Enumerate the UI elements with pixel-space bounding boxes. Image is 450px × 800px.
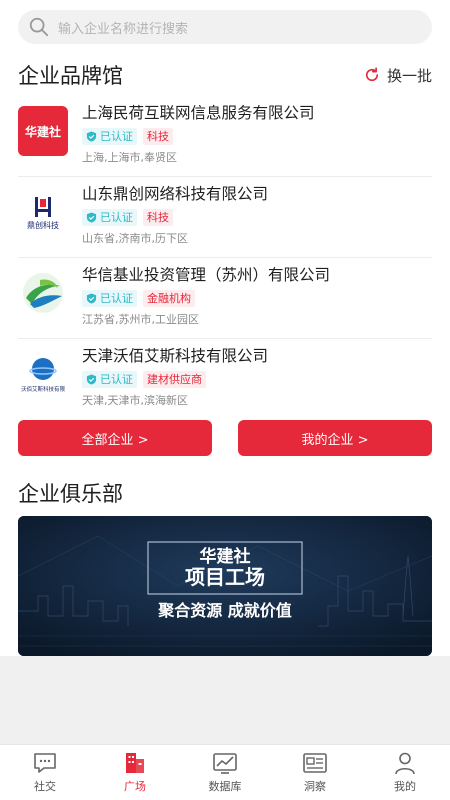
shield-check-icon [86,292,97,304]
company-logo: 华建社 [18,106,68,156]
tab-insight[interactable]: 洞察 [270,745,360,800]
company-location: 上海,上海市,奉贤区 [82,151,177,164]
chart-icon [213,753,237,774]
banner-slogan: 聚合资源 成就价值 [157,601,292,620]
company-location: 天津,天津市,滨海新区 [82,394,188,407]
shield-check-icon [86,130,97,142]
company-name: 天津沃佰艾斯科技有限公司 [82,347,269,365]
svg-text:鼎创科技: 鼎创科技 [27,220,59,230]
search-input[interactable]: 输入企业名称进行搜索 [58,18,188,37]
industry-tag: 金融机构 [143,289,195,307]
certified-badge: 已认证 [82,208,137,226]
all-companies-button[interactable]: 全部企业 > [18,420,212,456]
banner-headline: 项目工场 [185,565,265,589]
tab-database[interactable]: 数据库 [180,745,270,800]
club-section-header: 企业俱乐部 [18,478,432,508]
content-background [0,656,450,744]
company-list: 华建社 上海民荷互联网信息服务有限公司 已认证 科技 上海,上海市,奉贤区 鼎创… [18,96,432,420]
svg-text:沃佰艾斯科技有限: 沃佰艾斯科技有限 [21,385,66,393]
industry-tag: 建材供应商 [143,370,206,388]
list-item[interactable]: 华信基业投资管理（苏州）有限公司 已认证 金融机构 江苏省,苏州市,工业园区 [18,258,432,339]
brand-section-title: 企业品牌馆 [18,64,123,88]
certified-badge: 已认证 [82,127,137,145]
shield-check-icon [86,211,97,223]
refresh-icon [365,67,379,82]
certified-badge: 已认证 [82,370,137,388]
company-name: 华信基业投资管理（苏州）有限公司 [82,266,331,284]
company-location: 山东省,济南市,历下区 [82,232,188,245]
brand-section-header: 企业品牌馆 换一批 [18,60,432,90]
search-bar[interactable]: 输入企业名称进行搜索 [18,10,432,44]
industry-tag: 科技 [143,127,173,145]
tab-square[interactable]: 广场 [90,745,180,800]
list-item[interactable]: 华建社 上海民荷互联网信息服务有限公司 已认证 科技 上海,上海市,奉贤区 [18,96,432,177]
user-icon [395,752,415,775]
list-item[interactable]: 沃佰艾斯科技有限 天津沃佰艾斯科技有限公司 已认证 建材供应商 天津,天津市,滨… [18,339,432,420]
shield-check-icon [86,373,97,385]
company-logo: 沃佰艾斯科技有限 [18,349,68,399]
list-item[interactable]: 鼎创科技 山东鼎创网络科技有限公司 已认证 科技 山东省,济南市,历下区 [18,177,432,258]
search-icon [29,17,49,37]
tab-mine[interactable]: 我的 [360,745,450,800]
company-name: 上海民荷互联网信息服务有限公司 [82,104,315,122]
chat-icon [34,753,56,773]
bottom-tab-bar: 社交 广场 数据库 洞察 我的 [0,744,450,800]
tab-social[interactable]: 社交 [0,745,90,800]
banner-brand: 华建社 [200,546,251,567]
industry-tag: 科技 [143,208,173,226]
club-banner[interactable]: 华建社 项目工场 聚合资源 成就价值 [18,516,432,656]
club-section-title: 企业俱乐部 [18,482,123,506]
certified-badge: 已认证 [82,289,137,307]
building-icon [126,753,144,773]
my-companies-button[interactable]: 我的企业 > [238,420,432,456]
refresh-button[interactable]: 换一批 [363,65,432,86]
refresh-label: 换一批 [386,66,432,85]
newspaper-icon [303,753,327,773]
company-logo [18,268,68,318]
company-logo: 鼎创科技 [18,187,68,237]
company-name: 山东鼎创网络科技有限公司 [82,185,269,203]
company-location: 江苏省,苏州市,工业园区 [82,313,199,326]
